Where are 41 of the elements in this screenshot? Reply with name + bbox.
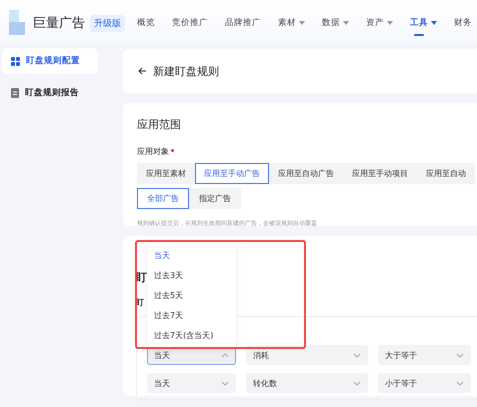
nav-item[interactable]: 资产: [366, 9, 393, 37]
tab[interactable]: 应用至手动项目: [343, 163, 417, 184]
menu-option[interactable]: 当天: [147, 246, 236, 266]
caret-icon: [353, 380, 361, 386]
select-field[interactable]: 大于等于: [378, 345, 471, 365]
nav-item[interactable]: 竞价推广: [172, 9, 208, 37]
tab[interactable]: 应用至手动广告: [195, 163, 269, 184]
tab[interactable]: 指定广告: [189, 188, 241, 209]
tab[interactable]: 应用至自动: [417, 163, 475, 184]
nav-item[interactable]: 素材: [278, 9, 305, 37]
nav-item[interactable]: 财务: [454, 9, 472, 37]
document-icon: [11, 88, 19, 98]
back-arrow-icon: [138, 67, 147, 75]
nav-item[interactable]: 品牌推广: [225, 9, 261, 37]
menu-option[interactable]: 过去7天: [147, 306, 236, 326]
sidebar-item[interactable]: 盯盘规则配置: [2, 48, 98, 74]
tab[interactable]: 应用至素材: [137, 163, 195, 184]
grid-icon: [11, 56, 20, 66]
select-field[interactable]: 小于等于: [378, 373, 471, 393]
sidebar-item[interactable]: 盯盘规则报告: [2, 80, 98, 106]
section-title: 应用范围: [137, 117, 182, 132]
caret-icon: [456, 380, 464, 386]
select-field[interactable]: 转化数: [246, 373, 368, 393]
tab[interactable]: 应用至自动广告: [269, 163, 343, 184]
menu-option[interactable]: 过去3天: [147, 266, 236, 286]
caret-icon: [221, 380, 229, 386]
nav-item[interactable]: 工具: [410, 9, 437, 37]
brand-name: 巨量广告: [33, 15, 85, 32]
menu-option[interactable]: 过去5天: [147, 286, 236, 306]
field-label: 应用对象: [137, 146, 169, 157]
page-title: 新建盯盘规则: [153, 64, 219, 78]
version-badge: 升级版: [90, 14, 125, 32]
nav-item[interactable]: 数据: [322, 9, 349, 37]
menu-option[interactable]: 过去7天(含当天): [147, 326, 236, 346]
caret-icon: [353, 352, 361, 358]
tab[interactable]: 全部广告: [137, 188, 189, 209]
caret-icon: [221, 352, 229, 358]
nav-item[interactable]: 概览: [137, 9, 155, 37]
select-field[interactable]: 消耗: [246, 345, 368, 365]
select-field[interactable]: 当天: [147, 373, 236, 393]
caret-icon: [456, 352, 464, 358]
